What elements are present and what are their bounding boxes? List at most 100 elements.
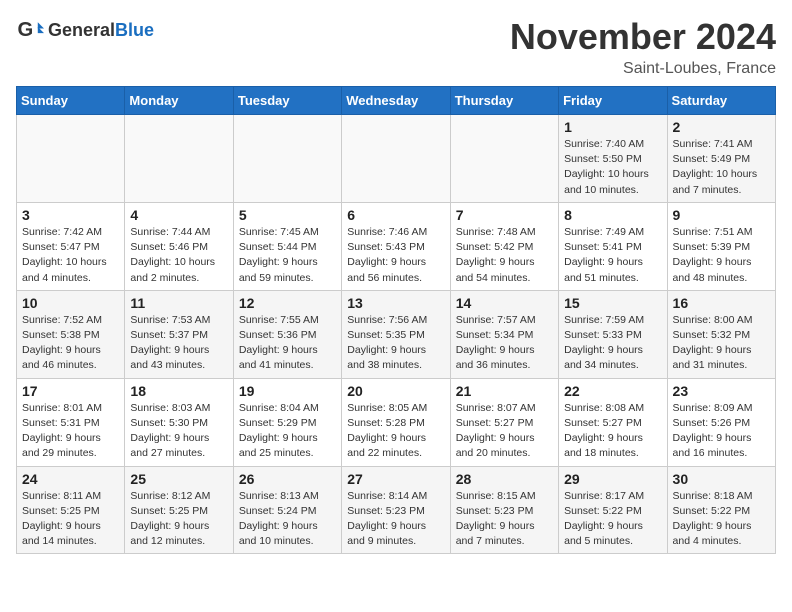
calendar-cell: 21 Sunrise: 8:07 AM Sunset: 5:27 PM Dayli…	[450, 378, 558, 466]
day-info: Sunrise: 8:15 AM Sunset: 5:23 PM Dayligh…	[456, 489, 553, 550]
calendar-table: Sunday Monday Tuesday Wednesday Thursday…	[16, 86, 776, 554]
day-info: Sunrise: 7:44 AM Sunset: 5:46 PM Dayligh…	[130, 225, 227, 286]
day-info: Sunrise: 7:56 AM Sunset: 5:35 PM Dayligh…	[347, 313, 444, 374]
day-info: Sunrise: 7:45 AM Sunset: 5:44 PM Dayligh…	[239, 225, 336, 286]
col-saturday: Saturday	[667, 87, 775, 115]
day-info: Sunrise: 8:17 AM Sunset: 5:22 PM Dayligh…	[564, 489, 661, 550]
location: Saint-Loubes, France	[510, 60, 776, 78]
calendar-cell: 8 Sunrise: 7:49 AM Sunset: 5:41 PM Daylig…	[559, 202, 667, 290]
day-info: Sunrise: 8:00 AM Sunset: 5:32 PM Dayligh…	[673, 313, 770, 374]
day-info: Sunrise: 8:11 AM Sunset: 5:25 PM Dayligh…	[22, 489, 119, 550]
day-number: 24	[22, 471, 119, 487]
day-info: Sunrise: 7:40 AM Sunset: 5:50 PM Dayligh…	[564, 137, 661, 198]
calendar-cell: 17 Sunrise: 8:01 AM Sunset: 5:31 PM Dayli…	[17, 378, 125, 466]
calendar-cell	[17, 115, 125, 203]
calendar-cell: 19Sunrise: 8:04 AM Sunset: 5:29 PM Dayli…	[233, 378, 341, 466]
day-number: 14	[456, 295, 553, 311]
calendar-cell: 20 Sunrise: 8:05 AM Sunset: 5:28 PM Dayli…	[342, 378, 450, 466]
calendar-cell: 9Sunrise: 7:51 AM Sunset: 5:39 PM Daylig…	[667, 202, 775, 290]
logo-icon: G	[16, 16, 44, 44]
calendar-cell: 2 Sunrise: 7:41 AM Sunset: 5:49 PM Daylig…	[667, 115, 775, 203]
day-info: Sunrise: 8:14 AM Sunset: 5:23 PM Dayligh…	[347, 489, 444, 550]
day-info: Sunrise: 7:57 AM Sunset: 5:34 PM Dayligh…	[456, 313, 553, 374]
day-info: Sunrise: 8:07 AM Sunset: 5:27 PM Dayligh…	[456, 401, 553, 462]
svg-text:G: G	[18, 19, 34, 41]
day-info: Sunrise: 7:59 AM Sunset: 5:33 PM Dayligh…	[564, 313, 661, 374]
logo-blue: Blue	[115, 20, 154, 40]
day-number: 4	[130, 207, 227, 223]
calendar-cell: 29 Sunrise: 8:17 AM Sunset: 5:22 PM Dayli…	[559, 466, 667, 554]
day-info: Sunrise: 8:12 AM Sunset: 5:25 PM Dayligh…	[130, 489, 227, 550]
calendar-cell: 15 Sunrise: 7:59 AM Sunset: 5:33 PM Dayli…	[559, 290, 667, 378]
day-number: 26	[239, 471, 336, 487]
day-number: 21	[456, 383, 553, 399]
calendar-cell: 28 Sunrise: 8:15 AM Sunset: 5:23 PM Dayli…	[450, 466, 558, 554]
calendar-cell: 14 Sunrise: 7:57 AM Sunset: 5:34 PM Dayli…	[450, 290, 558, 378]
day-number: 28	[456, 471, 553, 487]
day-info: Sunrise: 7:41 AM Sunset: 5:49 PM Dayligh…	[673, 137, 770, 198]
day-number: 25	[130, 471, 227, 487]
day-info: Sunrise: 8:13 AM Sunset: 5:24 PM Dayligh…	[239, 489, 336, 550]
day-number: 5	[239, 207, 336, 223]
col-thursday: Thursday	[450, 87, 558, 115]
day-number: 17	[22, 383, 119, 399]
calendar-cell: 4 Sunrise: 7:44 AM Sunset: 5:46 PM Daylig…	[125, 202, 233, 290]
calendar-cell: 5 Sunrise: 7:45 AM Sunset: 5:44 PM Daylig…	[233, 202, 341, 290]
calendar-cell: 3 Sunrise: 7:42 AM Sunset: 5:47 PM Daylig…	[17, 202, 125, 290]
day-info: Sunrise: 7:49 AM Sunset: 5:41 PM Dayligh…	[564, 225, 661, 286]
day-info: Sunrise: 7:55 AM Sunset: 5:36 PM Dayligh…	[239, 313, 336, 374]
day-number: 16	[673, 295, 770, 311]
calendar-week-row: 3 Sunrise: 7:42 AM Sunset: 5:47 PM Daylig…	[17, 202, 776, 290]
day-info: Sunrise: 7:52 AM Sunset: 5:38 PM Dayligh…	[22, 313, 119, 374]
calendar-cell: 16 Sunrise: 8:00 AM Sunset: 5:32 PM Dayli…	[667, 290, 775, 378]
calendar-cell: 27 Sunrise: 8:14 AM Sunset: 5:23 PM Dayli…	[342, 466, 450, 554]
day-info: Sunrise: 8:04 AM Sunset: 5:29 PM Dayligh…	[239, 401, 336, 462]
calendar-cell: 22Sunrise: 8:08 AM Sunset: 5:27 PM Dayli…	[559, 378, 667, 466]
col-friday: Friday	[559, 87, 667, 115]
day-info: Sunrise: 8:18 AM Sunset: 5:22 PM Dayligh…	[673, 489, 770, 550]
calendar-header-row: Sunday Monday Tuesday Wednesday Thursday…	[17, 87, 776, 115]
day-info: Sunrise: 7:42 AM Sunset: 5:47 PM Dayligh…	[22, 225, 119, 286]
calendar-cell: 26 Sunrise: 8:13 AM Sunset: 5:24 PM Dayli…	[233, 466, 341, 554]
day-number: 30	[673, 471, 770, 487]
calendar-week-row: 10 Sunrise: 7:52 AM Sunset: 5:38 PM Dayli…	[17, 290, 776, 378]
day-number: 11	[130, 295, 227, 311]
day-number: 18	[130, 383, 227, 399]
day-info: Sunrise: 7:48 AM Sunset: 5:42 PM Dayligh…	[456, 225, 553, 286]
logo-general: General	[48, 20, 115, 40]
calendar-cell	[125, 115, 233, 203]
day-number: 6	[347, 207, 444, 223]
day-number: 15	[564, 295, 661, 311]
day-info: Sunrise: 8:03 AM Sunset: 5:30 PM Dayligh…	[130, 401, 227, 462]
day-number: 8	[564, 207, 661, 223]
calendar-cell	[450, 115, 558, 203]
day-number: 10	[22, 295, 119, 311]
day-number: 22	[564, 383, 661, 399]
calendar-week-row: 24 Sunrise: 8:11 AM Sunset: 5:25 PM Dayli…	[17, 466, 776, 554]
calendar-week-row: 1 Sunrise: 7:40 AM Sunset: 5:50 PM Daylig…	[17, 115, 776, 203]
day-number: 27	[347, 471, 444, 487]
calendar-cell	[233, 115, 341, 203]
calendar-cell: 18 Sunrise: 8:03 AM Sunset: 5:30 PM Dayli…	[125, 378, 233, 466]
day-number: 13	[347, 295, 444, 311]
day-number: 29	[564, 471, 661, 487]
calendar-cell: 24 Sunrise: 8:11 AM Sunset: 5:25 PM Dayli…	[17, 466, 125, 554]
day-number: 9	[673, 207, 770, 223]
day-info: Sunrise: 8:01 AM Sunset: 5:31 PM Dayligh…	[22, 401, 119, 462]
calendar-cell: 25 Sunrise: 8:12 AM Sunset: 5:25 PM Dayli…	[125, 466, 233, 554]
calendar-cell: 30 Sunrise: 8:18 AM Sunset: 5:22 PM Dayli…	[667, 466, 775, 554]
day-info: Sunrise: 7:46 AM Sunset: 5:43 PM Dayligh…	[347, 225, 444, 286]
day-number: 2	[673, 119, 770, 135]
calendar-week-row: 17 Sunrise: 8:01 AM Sunset: 5:31 PM Dayli…	[17, 378, 776, 466]
col-wednesday: Wednesday	[342, 87, 450, 115]
calendar-cell: 7Sunrise: 7:48 AM Sunset: 5:42 PM Daylig…	[450, 202, 558, 290]
calendar-cell	[342, 115, 450, 203]
day-info: Sunrise: 8:05 AM Sunset: 5:28 PM Dayligh…	[347, 401, 444, 462]
day-info: Sunrise: 7:53 AM Sunset: 5:37 PM Dayligh…	[130, 313, 227, 374]
logo: G GeneralBlue	[16, 16, 154, 44]
calendar-cell: 10 Sunrise: 7:52 AM Sunset: 5:38 PM Dayli…	[17, 290, 125, 378]
day-number: 3	[22, 207, 119, 223]
col-monday: Monday	[125, 87, 233, 115]
day-number: 1	[564, 119, 661, 135]
day-number: 20	[347, 383, 444, 399]
